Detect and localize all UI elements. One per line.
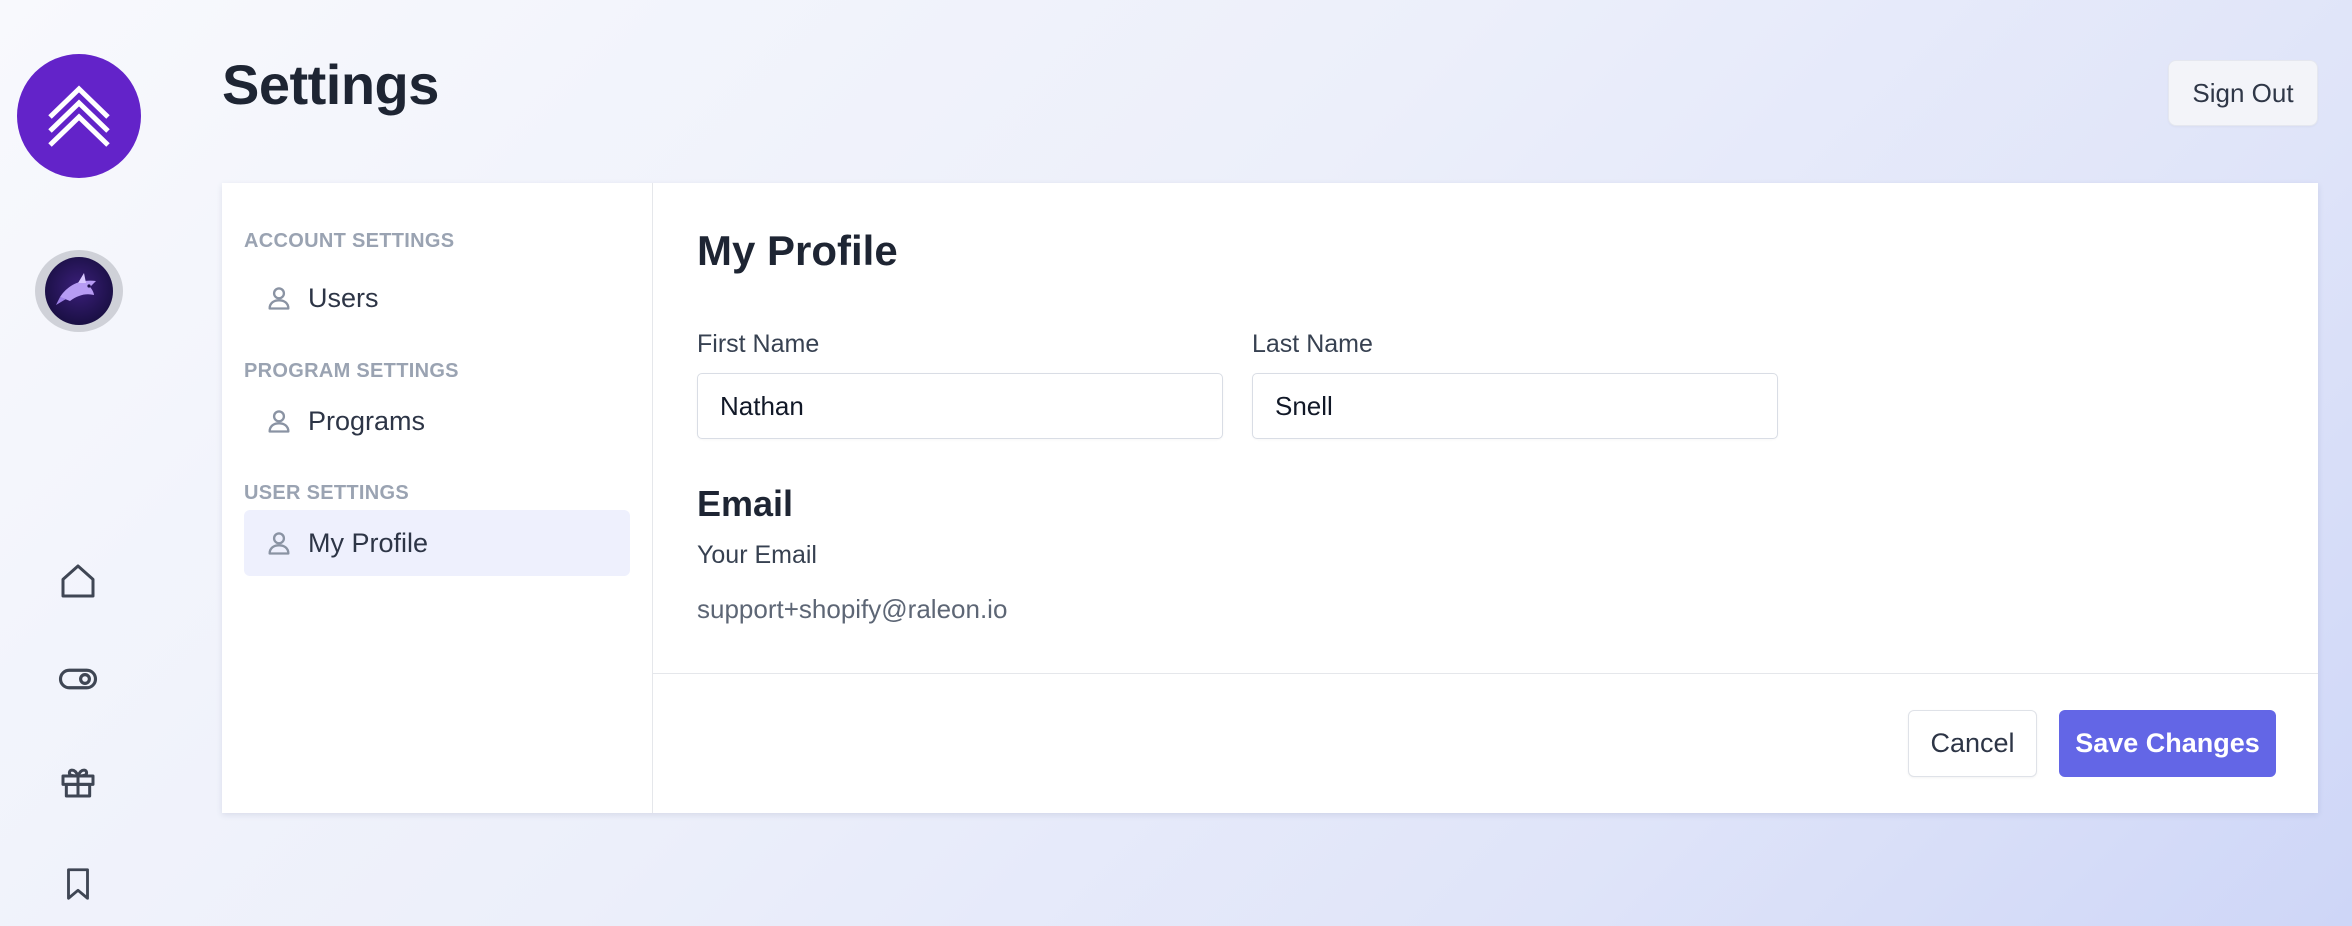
nav-bookmarks[interactable] bbox=[53, 859, 103, 909]
nav-rewards[interactable] bbox=[53, 756, 103, 806]
nav-item-programs[interactable]: Programs bbox=[244, 388, 630, 454]
nav-section-account: ACCOUNT SETTINGS bbox=[244, 230, 455, 252]
user-icon bbox=[264, 528, 294, 558]
first-name-label: First Name bbox=[697, 330, 820, 358]
toggle-icon bbox=[58, 668, 98, 690]
nav-toggle[interactable] bbox=[53, 654, 103, 704]
nav-item-label: Users bbox=[308, 282, 379, 313]
last-name-label: Last Name bbox=[1252, 330, 1373, 358]
user-icon bbox=[264, 406, 294, 436]
page-title: Settings bbox=[222, 53, 439, 116]
home-icon bbox=[61, 564, 95, 598]
shark-avatar-icon bbox=[45, 257, 113, 325]
settings-nav: ACCOUNT SETTINGS Users PROGRAM SETTINGS … bbox=[222, 183, 653, 813]
profile-panel: My Profile First Name Last Name Email Yo… bbox=[653, 183, 2318, 813]
app-logo[interactable] bbox=[17, 54, 141, 178]
last-name-input[interactable] bbox=[1252, 373, 1778, 439]
nav-section-user: USER SETTINGS bbox=[244, 482, 410, 504]
nav-home[interactable] bbox=[53, 556, 103, 606]
footer-divider bbox=[653, 673, 2318, 674]
nav-section-program: PROGRAM SETTINGS bbox=[244, 360, 459, 382]
email-label: Your Email bbox=[697, 541, 817, 569]
section-title: My Profile bbox=[697, 227, 898, 274]
program-avatar[interactable] bbox=[35, 250, 123, 332]
nav-item-users[interactable]: Users bbox=[244, 265, 630, 331]
nav-item-label: My Profile bbox=[308, 527, 429, 558]
bookmark-icon bbox=[67, 868, 89, 900]
nav-item-my-profile[interactable]: My Profile bbox=[244, 510, 630, 576]
save-changes-button[interactable]: Save Changes bbox=[2059, 710, 2276, 777]
cancel-button[interactable]: Cancel bbox=[1908, 710, 2037, 777]
email-value: support+shopify@raleon.io bbox=[697, 594, 1008, 624]
app-logo-icon bbox=[48, 85, 110, 147]
sign-out-button[interactable]: Sign Out bbox=[2168, 60, 2318, 126]
nav-item-label: Programs bbox=[308, 405, 426, 436]
email-heading: Email bbox=[697, 483, 794, 524]
gift-icon bbox=[61, 768, 95, 798]
settings-card: ACCOUNT SETTINGS Users PROGRAM SETTINGS … bbox=[222, 183, 2318, 813]
user-icon bbox=[264, 283, 294, 313]
first-name-input[interactable] bbox=[697, 373, 1223, 439]
